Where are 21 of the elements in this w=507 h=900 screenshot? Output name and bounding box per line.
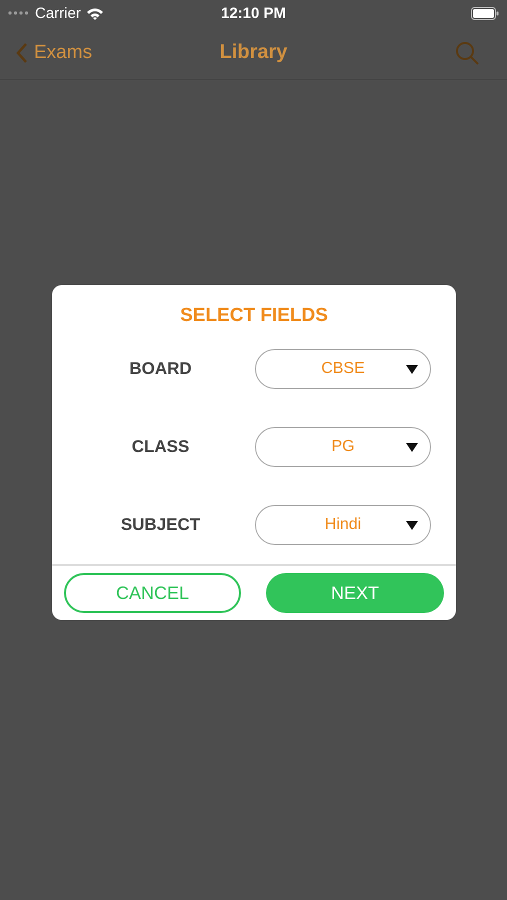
carrier-name: Carrier <box>35 4 81 22</box>
chevron-left-icon <box>16 42 28 64</box>
next-button[interactable]: NEXT <box>266 573 444 613</box>
caret-icon <box>406 442 418 452</box>
cancel-button[interactable]: CANCEL <box>64 573 241 613</box>
dropdown[interactable]: CBSE <box>255 349 431 389</box>
dropdown[interactable]: Hindi <box>255 505 431 545</box>
search-icon[interactable] <box>455 40 479 64</box>
field-label: SUBJECT <box>120 515 202 535</box>
back-button[interactable]: Exams <box>16 42 92 64</box>
dialog-title: SELECT FIELDS <box>179 304 329 328</box>
caret-icon <box>406 364 418 374</box>
field-label: CLASS <box>130 437 190 457</box>
dropdown[interactable]: PG <box>255 427 431 467</box>
nav-title: Library <box>220 41 288 64</box>
signal-icon <box>8 11 30 15</box>
field-label: BOARD <box>128 359 193 379</box>
battery-icon <box>471 6 499 20</box>
status-time: 12:10 PM <box>220 4 286 22</box>
wifi-icon <box>86 6 104 20</box>
caret-icon <box>406 520 418 530</box>
